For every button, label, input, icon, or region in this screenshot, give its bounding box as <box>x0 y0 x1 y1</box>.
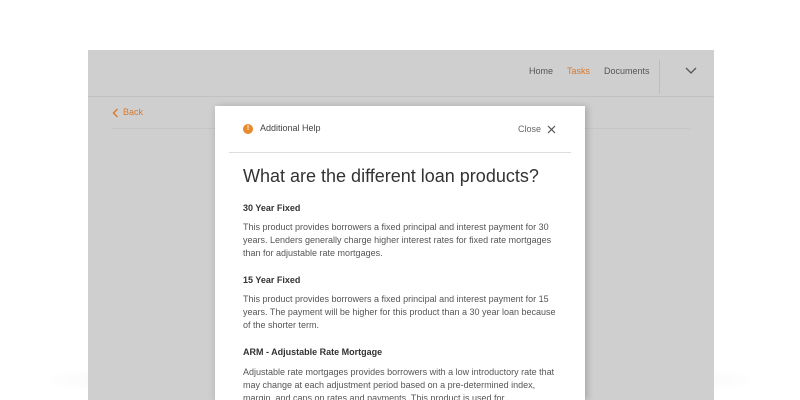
dialog-header: ! Additional Help Close <box>215 106 585 152</box>
top-navigation: Home Tasks Documents <box>88 50 714 97</box>
chevron-left-icon <box>112 108 118 118</box>
section-body-30-year-fixed: This product provides borrowers a fixed … <box>243 222 552 258</box>
chevron-down-icon[interactable] <box>684 66 698 76</box>
section-title-15-year-fixed: 15 Year Fixed <box>243 275 301 285</box>
nav-item-documents[interactable]: Documents <box>604 66 650 76</box>
section-body-15-year-fixed: This product provides borrowers a fixed … <box>243 294 556 330</box>
section-body-arm: Adjustable rate mortgages provides borro… <box>243 367 555 400</box>
section-title-arm: ARM - Adjustable Rate Mortgage <box>243 347 383 357</box>
nav-item-home[interactable]: Home <box>529 66 553 76</box>
close-label: Close <box>518 124 542 134</box>
nav-item-tasks[interactable]: Tasks <box>567 66 590 76</box>
back-label: Back <box>123 107 144 117</box>
dialog-header-title: Additional Help <box>260 123 321 133</box>
dialog-header-divider <box>229 152 571 153</box>
help-dialog: ! Additional Help Close What are the dif… <box>215 106 585 400</box>
dialog-heading: What are the different loan products? <box>243 166 539 186</box>
info-icon: ! <box>243 124 253 134</box>
nav-divider <box>659 60 660 94</box>
close-button[interactable]: Close <box>517 121 561 137</box>
section-title-30-year-fixed: 30 Year Fixed <box>243 203 301 213</box>
close-icon <box>547 125 556 134</box>
